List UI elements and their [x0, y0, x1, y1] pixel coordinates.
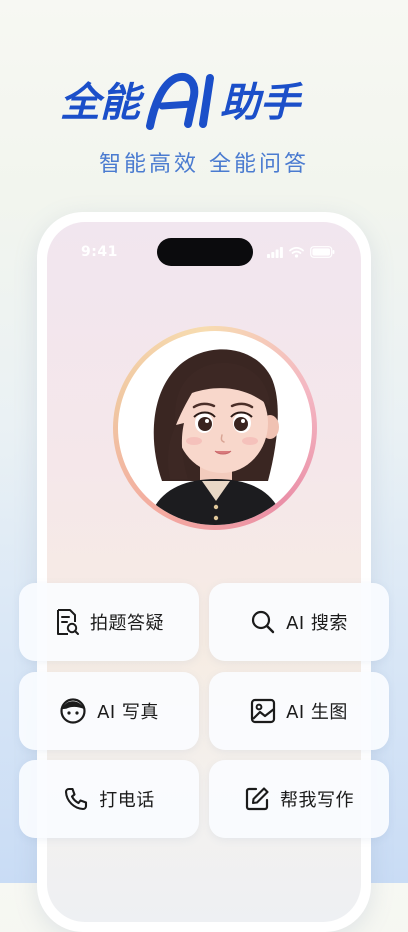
signal-icon — [267, 246, 283, 258]
ai-search-label: AI 搜索 — [286, 613, 348, 634]
battery-icon — [310, 246, 335, 258]
ai-image-button[interactable]: AI 生图 — [209, 672, 389, 750]
edit-icon — [244, 786, 270, 812]
phone-call-label: 打电话 — [99, 790, 155, 811]
search-icon — [250, 609, 276, 635]
status-time: 9:41 — [81, 244, 118, 260]
phone-call-button[interactable]: 打电话 — [19, 760, 199, 838]
photo-question-icon — [54, 608, 80, 636]
ai-search-button[interactable]: AI 搜索 — [209, 583, 389, 661]
image-icon — [250, 698, 276, 724]
hero-title: 全能 助手 — [0, 66, 408, 142]
hero-subtitle: 智能高效 全能问答 — [99, 152, 309, 177]
ai-image-label: AI 生图 — [286, 702, 348, 723]
status-icons — [267, 246, 335, 258]
hero-title-prefix: 全能 — [60, 80, 145, 126]
dynamic-island — [157, 238, 253, 266]
avatar — [113, 326, 317, 530]
hero-title-suffix: 助手 — [220, 80, 303, 126]
ai-logo-icon — [146, 73, 214, 130]
help-write-button[interactable]: 帮我写作 — [209, 760, 389, 838]
ai-portrait-button[interactable]: AI 写真 — [19, 672, 199, 750]
avatar-portrait — [118, 331, 312, 525]
wifi-icon — [289, 246, 304, 258]
help-write-label: 帮我写作 — [280, 790, 354, 811]
photo-question-button[interactable]: 拍题答疑 — [19, 583, 199, 661]
face-icon — [59, 697, 87, 725]
phone-icon — [63, 786, 89, 812]
ai-portrait-label: AI 写真 — [97, 702, 159, 723]
avatar-illustration — [148, 349, 284, 525]
photo-question-label: 拍题答疑 — [90, 613, 164, 634]
